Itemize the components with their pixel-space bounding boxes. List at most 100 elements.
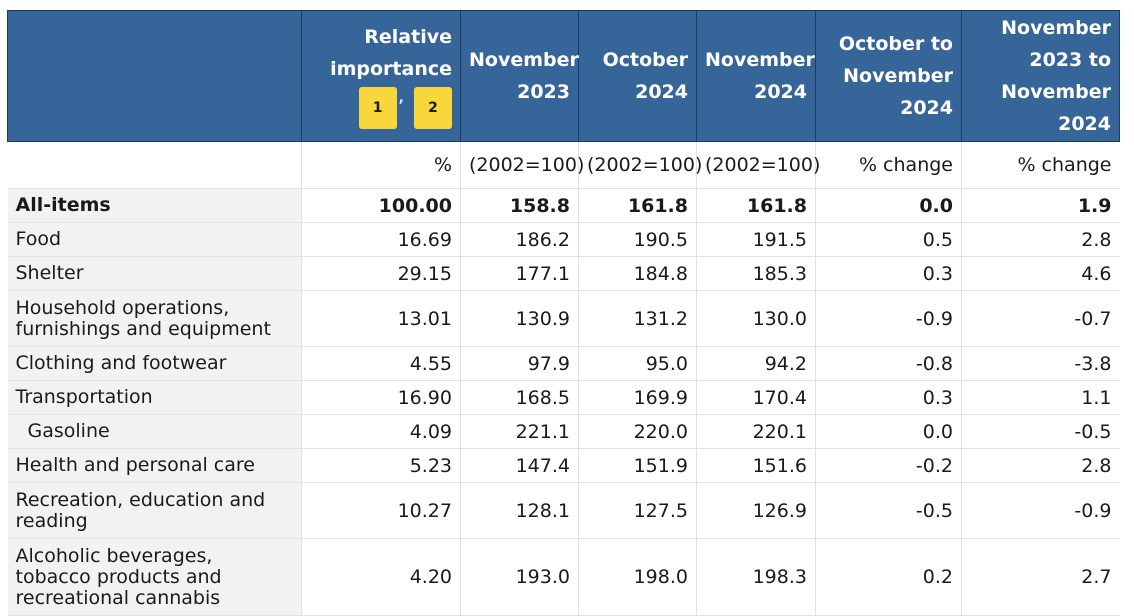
value-cell: 147.4 [460,448,579,483]
value-cell: 151.6 [696,448,816,483]
value-cell: -0.5 [961,414,1120,449]
header-line: 2024 [754,81,807,103]
value-cell: 169.9 [578,380,697,415]
footnote-separator: , [398,90,404,106]
header-line: 2023 to [1029,49,1111,71]
value-cell: 2.8 [961,222,1120,257]
row-label: All-items [7,188,302,223]
value-cell: 10.27 [301,482,461,539]
value-cell: 190.5 [578,222,697,257]
value-cell: 130.0 [696,290,816,347]
value-cell: -0.9 [961,482,1120,539]
units-row: % (2002=100) (2002=100) (2002=100) % cha… [7,141,1120,189]
value-cell: 4.6 [961,256,1120,291]
footnote-2-link[interactable]: 2 [414,87,452,129]
row-label: Alcoholic beverages, tobacco products an… [7,538,302,616]
value-cell: -0.5 [815,482,962,539]
cpi-table: Relative importance 1,2 November 2023 Oc… [7,10,1120,616]
value-cell: 220.1 [696,414,816,449]
value-cell: 198.0 [578,538,697,616]
header-november-2023: November 2023 [460,10,579,142]
value-cell: 186.2 [460,222,579,257]
row-label: Health and personal care [7,448,302,483]
value-cell: 128.1 [460,482,579,539]
value-cell: 0.2 [815,538,962,616]
header-line: November [1001,17,1111,39]
value-cell: 151.9 [578,448,697,483]
header-october-2024: October 2024 [578,10,697,142]
value-cell: 2.7 [961,538,1120,616]
header-line: 2024 [900,97,953,119]
value-cell: 13.01 [301,290,461,347]
header-stub-cell [7,10,302,142]
value-cell: 97.9 [460,346,579,381]
table-row-food: Food 16.69 186.2 190.5 191.5 0.5 2.8 [7,222,1120,257]
header-line: October to [838,33,953,55]
value-cell: 4.20 [301,538,461,616]
value-cell: 185.3 [696,256,816,291]
value-cell: 170.4 [696,380,816,415]
value-cell: -3.8 [961,346,1120,381]
value-cell: 184.8 [578,256,697,291]
value-cell: 29.15 [301,256,461,291]
value-cell: 0.5 [815,222,962,257]
value-cell: 221.1 [460,414,579,449]
value-cell: -0.2 [815,448,962,483]
header-nov-2023-to-nov-2024: November 2023 to November 2024 [961,10,1120,142]
header-line: 2023 [517,81,570,103]
header-line: November [705,49,815,71]
row-label: Food [7,222,302,257]
value-cell: 5.23 [301,448,461,483]
row-label: Transportation [7,380,302,415]
header-row: Relative importance 1,2 November 2023 Oc… [7,10,1120,142]
value-cell: 0.3 [815,256,962,291]
value-cell: 161.8 [696,188,816,223]
value-cell: 126.9 [696,482,816,539]
row-label: Household operations, furnishings and eq… [7,290,302,347]
value-cell: 16.90 [301,380,461,415]
unit-cell: % [301,141,461,189]
table-row-gasoline: Gasoline 4.09 221.1 220.0 220.1 0.0 -0.5 [7,414,1120,449]
value-cell: 100.00 [301,188,461,223]
footnote-group: 1,2 [310,87,452,131]
table-row-transportation: Transportation 16.90 168.5 169.9 170.4 0… [7,380,1120,415]
table-row-recreation: Recreation, education and reading 10.27 … [7,482,1120,539]
unit-cell: % change [961,141,1120,189]
value-cell: 4.55 [301,346,461,381]
header-line: November [469,49,579,71]
value-cell: 130.9 [460,290,579,347]
header-line: 2024 [635,81,688,103]
value-cell: 191.5 [696,222,816,257]
value-cell: 94.2 [696,346,816,381]
header-november-2024: November 2024 [696,10,816,142]
value-cell: 2.8 [961,448,1120,483]
value-cell: 220.0 [578,414,697,449]
value-cell: 127.5 [578,482,697,539]
header-line: October [602,49,688,71]
footnote-1-link[interactable]: 1 [358,87,397,129]
value-cell: 4.09 [301,414,461,449]
header-line: importance [330,58,452,80]
table-row-household: Household operations, furnishings and eq… [7,290,1120,347]
value-cell: 0.0 [815,188,962,223]
unit-cell: (2002=100) [460,141,584,189]
header-line: November [1001,81,1111,103]
row-label: Shelter [7,256,302,291]
value-cell: 131.2 [578,290,697,347]
value-cell: 168.5 [460,380,579,415]
value-cell: -0.8 [815,346,962,381]
table-row-all-items: All-items 100.00 158.8 161.8 161.8 0.0 1… [7,188,1120,223]
unit-cell: (2002=100) [578,141,702,189]
value-cell: 16.69 [301,222,461,257]
units-stub-cell [7,141,302,189]
value-cell: -0.7 [961,290,1120,347]
table-row-clothing: Clothing and footwear 4.55 97.9 95.0 94.… [7,346,1120,381]
value-cell: 1.1 [961,380,1120,415]
value-cell: 95.0 [578,346,697,381]
value-cell: 0.3 [815,380,962,415]
header-line: Relative [364,26,452,48]
table-row-shelter: Shelter 29.15 177.1 184.8 185.3 0.3 4.6 [7,256,1120,291]
value-cell: 193.0 [460,538,579,616]
table-row-alcohol-tobacco: Alcoholic beverages, tobacco products an… [7,538,1120,616]
value-cell: 161.8 [578,188,697,223]
